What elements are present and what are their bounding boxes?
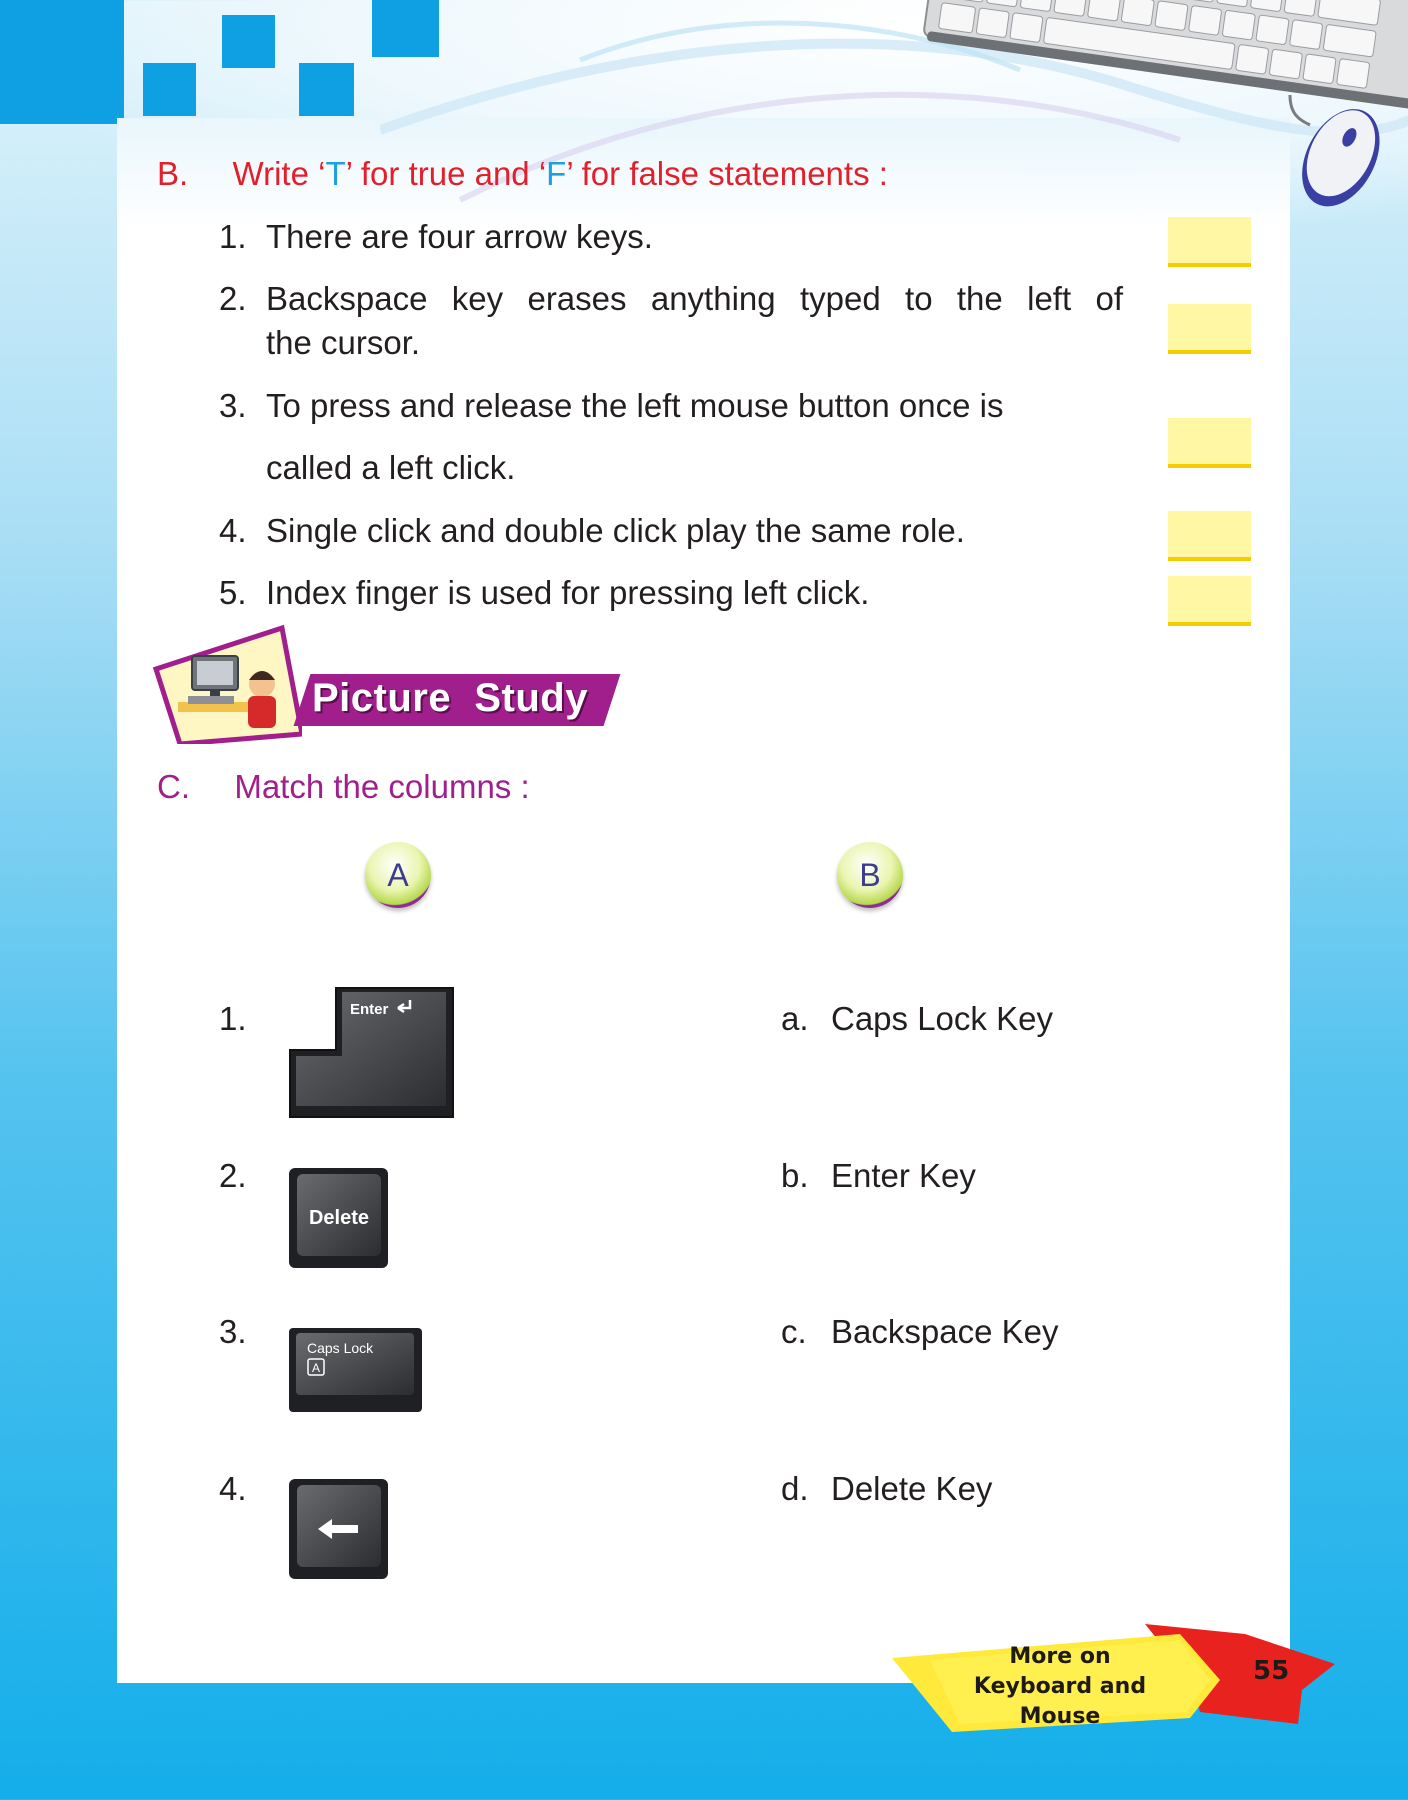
statement-text: To press and release the left mouse butt… [266,387,1004,424]
section-b-heading: B. Write ‘T’ for true and ‘F’ for false … [157,155,888,193]
answer-box-4[interactable] [1168,511,1251,561]
section-b-heading-part: ’ for false statements : [566,155,888,192]
caps-lock-key-image: Caps Lock A [289,1328,422,1412]
section-c-heading: C. Match the columns : [157,768,530,806]
statement-number: 2. [219,280,247,317]
picture-study-banner: Picture Study [152,624,622,744]
section-b-letter: B. [157,155,189,192]
statement-number: 1. [219,218,247,255]
decor-square [222,15,275,68]
column-b-label: B [859,857,881,893]
true-letter: T [325,155,346,192]
decor-square [143,63,196,116]
false-letter: F [546,155,567,192]
match-number: 1. [219,1000,247,1037]
enter-key-label: Enter [350,1001,389,1018]
option-text: Delete Key [831,1470,993,1507]
statement-text-continued: the cursor. [266,324,421,361]
statement-text: Backspace key erases anything typed to t… [266,280,1123,317]
computer-kid-icon [152,624,302,744]
statement-5: 5. Index finger is used for pressing lef… [219,571,1109,615]
picture-study-title: Picture Study [312,676,588,720]
match-number: 3. [219,1313,247,1350]
statement-text-continued: called a left click. [266,449,516,486]
match-option-c: c. Backspace Key [781,1313,1058,1351]
option-letter: c. [781,1313,807,1350]
page-number: 55 [1253,1656,1290,1686]
option-text: Backspace Key [831,1313,1059,1350]
statement-number: 5. [219,574,247,611]
match-option-b: b. Enter Key [781,1157,976,1195]
statement-text: Single click and double click play the s… [266,512,965,549]
statement-2: 2. Backspace key erases anything typed t… [219,277,1123,365]
statement-4: 4. Single click and double click play th… [219,509,1109,553]
caps-lock-key-glyph: A [312,1361,320,1375]
chapter-title-line2: Keyboard and Mouse [973,1674,1147,1729]
match-number: 4. [219,1470,247,1507]
column-b-badge: B [837,842,903,908]
caps-lock-key-label: Caps Lock [307,1340,374,1356]
option-letter: d. [781,1470,809,1507]
statement-number: 3. [219,387,247,424]
chapter-footer: More on Keyboard and Mouse 55 [890,1620,1340,1740]
statement-3: 3. To press and release the left mouse b… [219,384,1109,494]
enter-key-image: Enter [289,987,454,1118]
column-a-badge: A [365,842,431,908]
section-b-heading-part: ’ for true and ‘ [345,155,547,192]
decor-square [299,63,354,116]
statement-number: 4. [219,512,247,549]
mouse-illustration [1288,95,1380,207]
chapter-title: More on Keyboard and Mouse [950,1642,1170,1732]
answer-box-2[interactable] [1168,304,1251,354]
option-text: Enter Key [831,1157,976,1194]
match-number: 2. [219,1157,247,1194]
statement-text: There are four arrow keys. [266,218,653,255]
match-option-d: d. Delete Key [781,1470,992,1508]
statement-1: 1. There are four arrow keys. [219,215,1109,259]
statement-text: Index finger is used for pressing left c… [266,574,870,611]
column-a-label: A [387,857,409,893]
option-text: Caps Lock Key [831,1000,1053,1037]
delete-key-label: Delete [309,1207,369,1229]
answer-box-1[interactable] [1168,217,1251,267]
section-c-letter: C. [157,768,190,805]
decor-square [0,0,124,124]
backspace-key-image [289,1479,388,1579]
answer-box-3[interactable] [1168,418,1251,468]
option-letter: a. [781,1000,809,1037]
match-option-a: a. Caps Lock Key [781,1000,1053,1038]
option-letter: b. [781,1157,809,1194]
section-b-heading-part: Write ‘ [232,155,326,192]
chapter-title-line1: More on [1009,1644,1111,1669]
answer-box-5[interactable] [1168,576,1251,626]
section-c-title: Match the columns : [234,768,530,805]
delete-key-image: Delete [289,1168,388,1268]
